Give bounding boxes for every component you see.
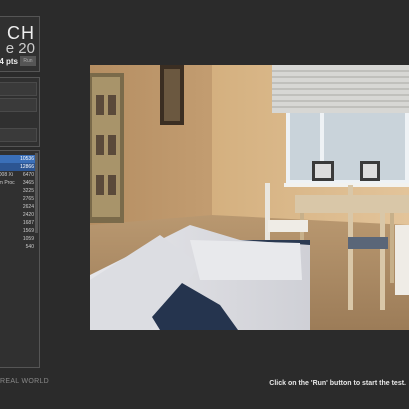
left-panel: CH e 20 4 pts Run 10536128662008 Xi6470u… [0,16,40,376]
brand-label: REAL WORLD [0,378,50,385]
room-scene [90,65,409,330]
score-label: 4 pts [0,57,18,66]
result-value: 2420 [22,212,34,218]
result-value: 1569 [22,228,34,234]
results-list: 10536 12866 2008 Xi 6470 um Proc 3465 3225 2765… [0,150,40,368]
result-row[interactable]: 1059 [0,235,35,243]
result-row[interactable]: 10536 [0,155,35,163]
result-value: 6470 [22,172,34,178]
result-value: 3465 [22,180,34,186]
preview-image [90,65,409,330]
result-value: 12866 [20,164,34,170]
result-label: um Proc [0,180,15,186]
result-row[interactable]: 1687 [0,219,35,227]
result-row[interactable]: 2765 [0,195,35,203]
result-value: 2765 [22,196,34,202]
option-field-2[interactable] [0,98,37,112]
result-value: 10536 [20,156,34,162]
status-message: Click on the 'Run' button to start the t… [269,380,406,387]
option-field-3[interactable] [0,128,37,142]
title-box: CH e 20 4 pts Run [0,16,40,72]
result-row[interactable]: um Proc 3465 [0,179,35,187]
result-value: 2624 [22,204,34,210]
result-row[interactable]: 540 [0,243,35,251]
result-label: 2008 Xi [0,172,13,178]
result-row[interactable]: 12866 [0,163,35,171]
run-button[interactable]: Run [20,56,36,66]
option-field-1[interactable] [0,82,37,96]
result-row[interactable]: 2420 [0,211,35,219]
result-row[interactable]: 3225 [0,187,35,195]
results-scrollbar[interactable] [35,153,38,233]
result-row[interactable]: 2624 [0,203,35,211]
result-row[interactable]: 2008 Xi 6470 [0,171,35,179]
app-subtitle: e 20 [5,40,35,57]
result-value: 1687 [22,220,34,226]
result-value: 3225 [22,188,34,194]
result-row[interactable]: 1569 [0,227,35,235]
result-value: 1059 [22,236,34,242]
options-box [0,77,40,147]
result-value: 540 [25,244,34,250]
